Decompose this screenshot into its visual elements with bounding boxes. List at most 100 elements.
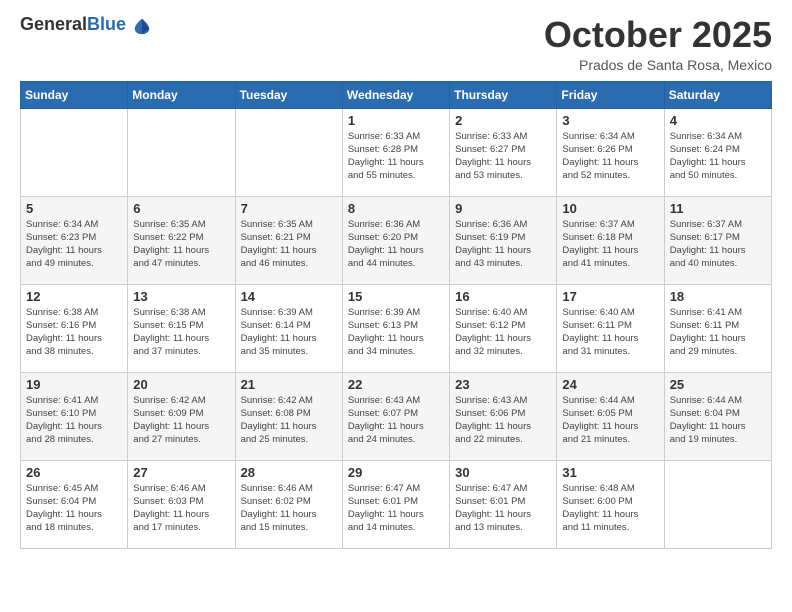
day-info: Sunrise: 6:39 AMSunset: 6:14 PMDaylight:… xyxy=(241,306,337,359)
calendar-cell: 21 Sunrise: 6:42 AMSunset: 6:08 PMDayligh… xyxy=(235,372,342,460)
calendar-cell: 12 Sunrise: 6:38 AMSunset: 6:16 PMDayligh… xyxy=(21,284,128,372)
day-number: 18 xyxy=(670,289,766,304)
logo-general-text: General xyxy=(20,14,87,34)
day-info: Sunrise: 6:34 AMSunset: 6:24 PMDaylight:… xyxy=(670,130,766,183)
weekday-header-sunday: Sunday xyxy=(21,81,128,108)
day-number: 21 xyxy=(241,377,337,392)
day-info: Sunrise: 6:43 AMSunset: 6:07 PMDaylight:… xyxy=(348,394,444,447)
calendar-cell xyxy=(21,108,128,196)
calendar-cell: 3Sunrise: 6:34 AMSunset: 6:26 PMDaylight… xyxy=(557,108,664,196)
day-info: Sunrise: 6:44 AMSunset: 6:05 PMDaylight:… xyxy=(562,394,658,447)
logo: GeneralBlue xyxy=(20,15,151,35)
day-info: Sunrise: 6:36 AMSunset: 6:20 PMDaylight:… xyxy=(348,218,444,271)
day-number: 26 xyxy=(26,465,122,480)
calendar-cell: 6 Sunrise: 6:35 AMSunset: 6:22 PMDaylight… xyxy=(128,196,235,284)
calendar-header-row: SundayMondayTuesdayWednesdayThursdayFrid… xyxy=(21,81,772,108)
title-block: October 2025 Prados de Santa Rosa, Mexic… xyxy=(544,15,772,73)
weekday-header-tuesday: Tuesday xyxy=(235,81,342,108)
day-number: 28 xyxy=(241,465,337,480)
day-number: 11 xyxy=(670,201,766,216)
calendar-cell: 1 Sunrise: 6:33 AMSunset: 6:28 PMDaylight… xyxy=(342,108,449,196)
calendar-cell: 13 Sunrise: 6:38 AMSunset: 6:15 PMDayligh… xyxy=(128,284,235,372)
day-number: 27 xyxy=(133,465,229,480)
day-number: 2 xyxy=(455,113,551,128)
calendar-cell: 30 Sunrise: 6:47 AMSunset: 6:01 PMDayligh… xyxy=(450,460,557,548)
calendar-cell xyxy=(235,108,342,196)
day-number: 17 xyxy=(562,289,658,304)
day-info: Sunrise: 6:48 AMSunset: 6:00 PMDaylight:… xyxy=(562,482,658,535)
day-number: 31 xyxy=(562,465,658,480)
calendar-cell: 27 Sunrise: 6:46 AMSunset: 6:03 PMDayligh… xyxy=(128,460,235,548)
day-number: 1 xyxy=(348,113,444,128)
day-info: Sunrise: 6:38 AMSunset: 6:15 PMDaylight:… xyxy=(133,306,229,359)
calendar-cell: 15Sunrise: 6:39 AMSunset: 6:13 PMDayligh… xyxy=(342,284,449,372)
calendar-cell xyxy=(664,460,771,548)
header: GeneralBlue October 2025 Prados de Santa… xyxy=(20,15,772,73)
calendar-week-row-1: 1 Sunrise: 6:33 AMSunset: 6:28 PMDaylight… xyxy=(21,108,772,196)
calendar-cell: 29Sunrise: 6:47 AMSunset: 6:01 PMDayligh… xyxy=(342,460,449,548)
logo-icon xyxy=(133,17,151,35)
day-number: 14 xyxy=(241,289,337,304)
day-number: 25 xyxy=(670,377,766,392)
calendar-cell: 4 Sunrise: 6:34 AMSunset: 6:24 PMDaylight… xyxy=(664,108,771,196)
day-number: 6 xyxy=(133,201,229,216)
day-number: 24 xyxy=(562,377,658,392)
calendar-cell: 17Sunrise: 6:40 AMSunset: 6:11 PMDayligh… xyxy=(557,284,664,372)
day-number: 7 xyxy=(241,201,337,216)
day-info: Sunrise: 6:41 AMSunset: 6:10 PMDaylight:… xyxy=(26,394,122,447)
day-info: Sunrise: 6:46 AMSunset: 6:03 PMDaylight:… xyxy=(133,482,229,535)
calendar-cell: 5 Sunrise: 6:34 AMSunset: 6:23 PMDaylight… xyxy=(21,196,128,284)
day-info: Sunrise: 6:41 AMSunset: 6:11 PMDaylight:… xyxy=(670,306,766,359)
day-info: Sunrise: 6:34 AMSunset: 6:23 PMDaylight:… xyxy=(26,218,122,271)
day-number: 29 xyxy=(348,465,444,480)
day-number: 4 xyxy=(670,113,766,128)
calendar-cell: 16Sunrise: 6:40 AMSunset: 6:12 PMDayligh… xyxy=(450,284,557,372)
day-number: 23 xyxy=(455,377,551,392)
day-info: Sunrise: 6:35 AMSunset: 6:21 PMDaylight:… xyxy=(241,218,337,271)
day-number: 13 xyxy=(133,289,229,304)
calendar-cell: 31 Sunrise: 6:48 AMSunset: 6:00 PMDayligh… xyxy=(557,460,664,548)
day-info: Sunrise: 6:39 AMSunset: 6:13 PMDaylight:… xyxy=(348,306,444,359)
month-title: October 2025 xyxy=(544,15,772,55)
day-info: Sunrise: 6:35 AMSunset: 6:22 PMDaylight:… xyxy=(133,218,229,271)
weekday-header-saturday: Saturday xyxy=(664,81,771,108)
day-info: Sunrise: 6:37 AMSunset: 6:18 PMDaylight:… xyxy=(562,218,658,271)
calendar-cell: 28 Sunrise: 6:46 AMSunset: 6:02 PMDayligh… xyxy=(235,460,342,548)
calendar-cell: 26Sunrise: 6:45 AMSunset: 6:04 PMDayligh… xyxy=(21,460,128,548)
day-info: Sunrise: 6:33 AMSunset: 6:28 PMDaylight:… xyxy=(348,130,444,183)
page: GeneralBlue October 2025 Prados de Santa… xyxy=(0,0,792,612)
calendar-cell: 20Sunrise: 6:42 AMSunset: 6:09 PMDayligh… xyxy=(128,372,235,460)
calendar-cell: 14 Sunrise: 6:39 AMSunset: 6:14 PMDayligh… xyxy=(235,284,342,372)
calendar-cell: 22 Sunrise: 6:43 AMSunset: 6:07 PMDayligh… xyxy=(342,372,449,460)
day-number: 5 xyxy=(26,201,122,216)
day-number: 22 xyxy=(348,377,444,392)
calendar-week-row-4: 19Sunrise: 6:41 AMSunset: 6:10 PMDayligh… xyxy=(21,372,772,460)
day-info: Sunrise: 6:42 AMSunset: 6:08 PMDaylight:… xyxy=(241,394,337,447)
day-number: 30 xyxy=(455,465,551,480)
calendar-week-row-5: 26Sunrise: 6:45 AMSunset: 6:04 PMDayligh… xyxy=(21,460,772,548)
day-number: 12 xyxy=(26,289,122,304)
calendar-cell: 8Sunrise: 6:36 AMSunset: 6:20 PMDaylight… xyxy=(342,196,449,284)
calendar-week-row-2: 5 Sunrise: 6:34 AMSunset: 6:23 PMDaylight… xyxy=(21,196,772,284)
day-info: Sunrise: 6:34 AMSunset: 6:26 PMDaylight:… xyxy=(562,130,658,183)
day-info: Sunrise: 6:33 AMSunset: 6:27 PMDaylight:… xyxy=(455,130,551,183)
day-number: 20 xyxy=(133,377,229,392)
calendar-cell: 10 Sunrise: 6:37 AMSunset: 6:18 PMDayligh… xyxy=(557,196,664,284)
day-info: Sunrise: 6:37 AMSunset: 6:17 PMDaylight:… xyxy=(670,218,766,271)
calendar-week-row-3: 12 Sunrise: 6:38 AMSunset: 6:16 PMDayligh… xyxy=(21,284,772,372)
calendar-cell: 2 Sunrise: 6:33 AMSunset: 6:27 PMDaylight… xyxy=(450,108,557,196)
calendar-cell xyxy=(128,108,235,196)
day-number: 10 xyxy=(562,201,658,216)
day-info: Sunrise: 6:46 AMSunset: 6:02 PMDaylight:… xyxy=(241,482,337,535)
calendar-cell: 25Sunrise: 6:44 AMSunset: 6:04 PMDayligh… xyxy=(664,372,771,460)
calendar-cell: 7 Sunrise: 6:35 AMSunset: 6:21 PMDaylight… xyxy=(235,196,342,284)
day-info: Sunrise: 6:47 AMSunset: 6:01 PMDaylight:… xyxy=(455,482,551,535)
calendar-cell: 11 Sunrise: 6:37 AMSunset: 6:17 PMDayligh… xyxy=(664,196,771,284)
day-info: Sunrise: 6:36 AMSunset: 6:19 PMDaylight:… xyxy=(455,218,551,271)
day-number: 9 xyxy=(455,201,551,216)
calendar-cell: 23Sunrise: 6:43 AMSunset: 6:06 PMDayligh… xyxy=(450,372,557,460)
calendar-cell: 9 Sunrise: 6:36 AMSunset: 6:19 PMDaylight… xyxy=(450,196,557,284)
calendar-cell: 18 Sunrise: 6:41 AMSunset: 6:11 PMDayligh… xyxy=(664,284,771,372)
day-info: Sunrise: 6:38 AMSunset: 6:16 PMDaylight:… xyxy=(26,306,122,359)
calendar-cell: 24 Sunrise: 6:44 AMSunset: 6:05 PMDayligh… xyxy=(557,372,664,460)
